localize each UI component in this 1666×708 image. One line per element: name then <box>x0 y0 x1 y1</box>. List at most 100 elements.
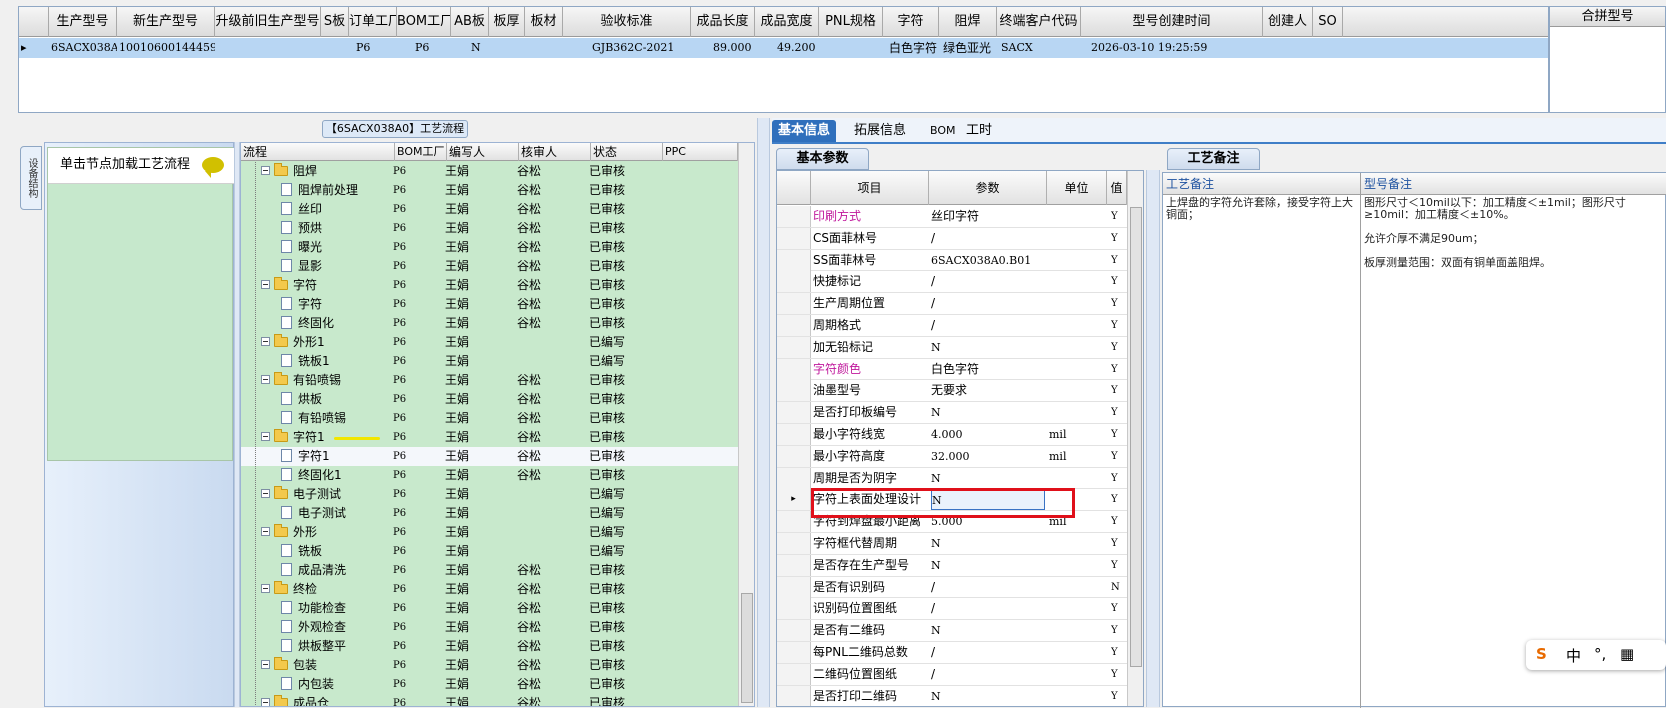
col-header[interactable]: 参数 <box>929 171 1047 205</box>
param-value[interactable]: N <box>931 402 1045 423</box>
tree-row[interactable]: 终检 P6 王娟 谷松 已审核 <box>241 580 738 599</box>
tree-row[interactable]: 外观检查 P6 王娟 谷松 已审核 <box>241 618 738 637</box>
row-selector[interactable] <box>777 293 811 315</box>
col-header[interactable]: 编写人 <box>447 143 519 161</box>
cell-ab-board[interactable]: N <box>469 38 489 58</box>
tree-row[interactable]: 成品清洗 P6 王娟 谷松 已审核 <box>241 561 738 580</box>
param-row[interactable]: 是否有识别码 / N <box>777 576 1127 599</box>
param-value[interactable]: N <box>931 533 1045 554</box>
tree-row[interactable]: 烘板 P6 王娟 谷松 已审核 <box>241 390 738 409</box>
col-header[interactable]: 板材 <box>525 7 563 37</box>
cell-character[interactable]: 白色字符 <box>887 38 939 58</box>
param-value[interactable]: / <box>931 293 1045 314</box>
col-header[interactable]: 创建人 <box>1263 7 1313 37</box>
param-value[interactable]: 32.000 <box>931 446 1045 467</box>
params-scrollbar[interactable] <box>1127 171 1143 706</box>
tab-basic-info[interactable]: 基本信息 <box>772 120 837 142</box>
col-header[interactable]: BOM工厂 <box>397 7 451 37</box>
collapse-icon[interactable] <box>261 432 270 441</box>
row-selector[interactable] <box>777 532 811 554</box>
col-header[interactable]: 项目 <box>811 171 929 205</box>
param-row[interactable]: 最小字符线宽 4.000 mil Y <box>777 423 1127 446</box>
ime-mode-toggle[interactable]: 中 <box>1566 645 1581 666</box>
row-selector[interactable] <box>777 249 811 271</box>
col-header[interactable]: PNL规格 <box>819 7 883 37</box>
row-selector[interactable] <box>777 685 811 706</box>
param-row[interactable]: 二维码位置图纸 / Y <box>777 663 1127 686</box>
param-row[interactable]: SS面菲林号 6SACX038A0.B01 Y <box>777 249 1127 272</box>
col-header[interactable]: S板 <box>321 7 349 37</box>
row-selector[interactable] <box>777 271 811 293</box>
row-pointer-icon[interactable]: ▸ <box>777 489 811 511</box>
param-value[interactable]: N <box>931 468 1045 489</box>
row-selector[interactable] <box>777 380 811 402</box>
tree-row[interactable]: 字符1 P6 王娟 谷松 已审核 <box>241 428 738 447</box>
cell-new-model[interactable]: 10010600144459 <box>117 38 215 58</box>
col-header[interactable]: 订单工厂 <box>349 7 397 37</box>
col-header[interactable]: 新生产型号 <box>117 7 215 37</box>
basic-params-tab[interactable]: 基本参数 <box>776 148 869 170</box>
splitter-right[interactable] <box>757 118 770 707</box>
row-selector[interactable] <box>777 227 811 249</box>
cell-create-time[interactable]: 2026-03-10 19:25:59 <box>1089 38 1259 58</box>
collapse-icon[interactable] <box>261 375 270 384</box>
tree-row[interactable]: 成品仓 P6 王娟 谷松 已审核 <box>241 694 738 706</box>
param-value[interactable]: N <box>931 686 1045 706</box>
cell-acceptance-standard[interactable]: GJB362C-2021 <box>590 38 690 58</box>
tree-row[interactable]: 字符 P6 王娟 谷松 已审核 <box>241 295 738 314</box>
row-selector[interactable] <box>777 620 811 642</box>
row-selector[interactable] <box>777 663 811 685</box>
row-selector[interactable] <box>777 423 811 445</box>
row-selector[interactable] <box>777 314 811 336</box>
param-row[interactable]: 生产周期位置 / Y <box>777 293 1127 315</box>
ime-toolbar[interactable]: S 中 °, ▦ <box>1526 640 1666 670</box>
collapse-icon[interactable] <box>261 660 270 669</box>
param-value[interactable]: / <box>931 598 1045 619</box>
col-header[interactable]: BOM工厂 <box>395 143 447 161</box>
param-row[interactable]: 快捷标记 / Y <box>777 271 1127 294</box>
param-row[interactable]: 最小字符高度 32.000 mil Y <box>777 445 1127 468</box>
param-row[interactable]: 识别码位置图纸 / Y <box>777 598 1127 621</box>
punctuation-icon[interactable]: °, <box>1594 645 1606 663</box>
param-row[interactable]: 每PNL二维码总数 / Y <box>777 641 1127 664</box>
col-header[interactable]: 阻焊 <box>939 7 997 37</box>
cell-solder-mask[interactable]: 绿色亚光 <box>941 38 997 58</box>
tree-row[interactable]: 外形 P6 王娟 已编写 <box>241 523 738 542</box>
param-row[interactable]: 印刷方式 丝印字符 Y <box>777 206 1127 228</box>
tree-row[interactable]: 字符1 P6 王娟 谷松 已审核 <box>241 447 738 466</box>
col-header[interactable]: 型号创建时间 <box>1081 7 1263 37</box>
tree-row[interactable]: 电子测试 P6 王娟 已编写 <box>241 504 738 523</box>
param-row[interactable]: 周期格式 / Y <box>777 314 1127 337</box>
tree-row[interactable]: 显影 P6 王娟 谷松 已审核 <box>241 257 738 276</box>
tab-extended-info[interactable]: 拓展信息 <box>848 120 912 142</box>
cell-bom-factory[interactable]: P6 <box>413 38 451 58</box>
tree-row[interactable]: 阻焊前处理 P6 王娟 谷松 已审核 <box>241 181 738 200</box>
model-notes-line[interactable]: 允许介厚不满足90um； <box>1361 231 1666 247</box>
param-row[interactable]: 加无铅标记 N Y <box>777 336 1127 359</box>
param-row[interactable]: 是否存在生产型号 N Y <box>777 554 1127 577</box>
col-header[interactable]: 单位 <box>1047 171 1107 205</box>
col-header[interactable]: 升级前旧生产型号 <box>215 7 321 37</box>
cell-length[interactable]: 89.000 <box>711 38 755 58</box>
tab-work-hours[interactable]: 工时 <box>960 120 998 142</box>
collapse-icon[interactable] <box>261 584 270 593</box>
tree-row[interactable]: 终固化 P6 王娟 谷松 已审核 <box>241 314 738 333</box>
tree-row[interactable]: 铣板1 P6 王娟 已编写 <box>241 352 738 371</box>
row-selector[interactable] <box>777 554 811 576</box>
tab-bom[interactable]: BOM <box>924 120 962 142</box>
tree-row[interactable]: 外形1 P6 王娟 已编写 <box>241 333 738 352</box>
col-header[interactable]: 成品宽度 <box>755 7 819 37</box>
tree-row[interactable]: 预烘 P6 王娟 谷松 已审核 <box>241 219 738 238</box>
keyboard-icon[interactable]: ▦ <box>1620 645 1634 663</box>
row-selector[interactable] <box>777 402 811 424</box>
tree-row[interactable]: 电子测试 P6 王娟 已编写 <box>241 485 738 504</box>
col-header[interactable]: 生产型号 <box>49 7 117 37</box>
tree-row[interactable]: 烘板整平 P6 王娟 谷松 已审核 <box>241 637 738 656</box>
col-header[interactable]: 值 <box>1107 171 1127 205</box>
process-notes-text[interactable]: 上焊盘的字符允许套除，接受字符上大铜面； <box>1163 195 1360 223</box>
param-row[interactable]: 油墨型号 无要求 Y <box>777 380 1127 403</box>
row-selector[interactable] <box>777 467 811 489</box>
splitter-notes[interactable] <box>1146 170 1160 707</box>
tree-row[interactable]: 有铅喷锡 P6 王娟 谷松 已审核 <box>241 371 738 390</box>
model-notes-line[interactable]: 板厚测量范围：双面有铜单面盖阻焊。 <box>1361 255 1666 271</box>
